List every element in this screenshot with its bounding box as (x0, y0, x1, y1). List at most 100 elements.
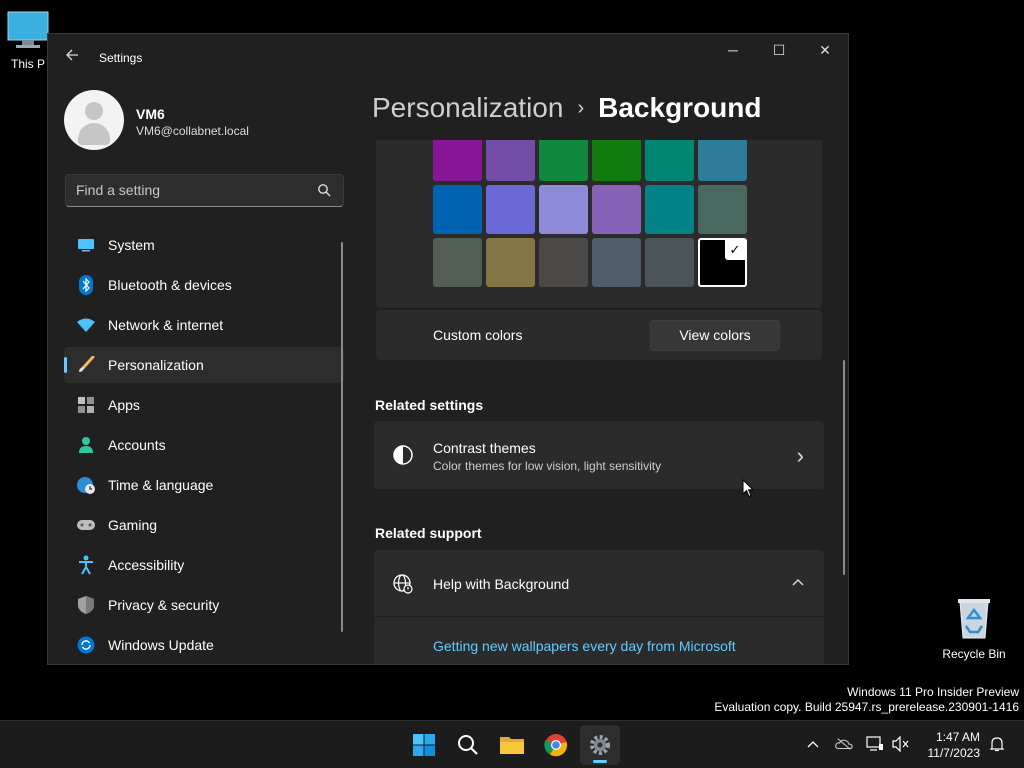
bluetooth-icon (76, 275, 96, 295)
taskbar-search-button[interactable] (448, 725, 488, 765)
contrast-themes-card[interactable]: Contrast themes Color themes for low vis… (374, 421, 824, 489)
help-expander-header[interactable]: Help with Background (374, 550, 824, 616)
accent-color-card: ✓ (376, 140, 822, 308)
search-icon[interactable] (317, 183, 331, 197)
help-with-background-card: Help with Background Getting new wallpap… (374, 550, 824, 664)
breadcrumb-separator: › (577, 97, 585, 119)
back-button[interactable] (62, 48, 82, 68)
divider (374, 616, 824, 617)
file-explorer-button[interactable] (492, 725, 532, 765)
color-swatch[interactable] (486, 238, 535, 287)
mouse-cursor-icon (742, 479, 754, 498)
color-swatch[interactable] (433, 185, 482, 234)
maximize-button[interactable]: ☐ (756, 34, 802, 66)
watermark-build: Evaluation copy. Build 25947.rs_prerelea… (714, 700, 1019, 714)
related-settings-heading: Related settings (375, 397, 484, 413)
sidebar-item-label: Time & language (108, 477, 214, 493)
minimize-button[interactable]: ─ (710, 34, 756, 66)
color-swatch[interactable] (592, 185, 641, 234)
file-explorer-icon (500, 737, 524, 754)
brush-icon (76, 355, 96, 375)
color-swatch[interactable] (539, 185, 588, 234)
sidebar-item-label: Personalization (108, 357, 204, 373)
color-swatch[interactable] (486, 185, 535, 234)
color-swatch[interactable] (433, 238, 482, 287)
globe-icon (393, 574, 413, 594)
sidebar-item-personalization[interactable]: Personalization (64, 347, 344, 383)
taskbar: 1:47 AM 11/7/2023 (0, 720, 1024, 768)
notifications-bell-icon[interactable] (988, 735, 1006, 753)
color-swatch[interactable] (539, 140, 588, 181)
system-icon (76, 235, 96, 255)
contrast-themes-subtitle: Color themes for low vision, light sensi… (433, 459, 662, 473)
help-with-background-title: Help with Background (433, 576, 570, 592)
back-arrow-icon (66, 49, 78, 61)
this-pc-desktop-icon[interactable]: This P (4, 10, 52, 71)
title-bar[interactable]: Settings ─ ☐ ✕ (48, 34, 848, 82)
recycle-bin-icon (958, 599, 990, 639)
contrast-icon (393, 445, 413, 465)
color-swatch[interactable] (645, 185, 694, 234)
recycle-bin-label: Recycle Bin (942, 647, 1006, 661)
related-support-heading: Related support (375, 525, 482, 541)
view-colors-button[interactable]: View colors (650, 320, 780, 351)
color-swatch[interactable] (539, 238, 588, 287)
color-swatch[interactable] (698, 185, 747, 234)
sidebar-item-label: Bluetooth & devices (108, 277, 232, 293)
breadcrumb-parent[interactable]: Personalization (372, 92, 563, 123)
clock-time: 1:47 AM (935, 730, 980, 744)
color-swatch[interactable]: ✓ (698, 238, 747, 287)
settings-icon (590, 735, 610, 755)
sidebar-item-label: Accessibility (108, 557, 185, 573)
user-email: VM6@collabnet.local (136, 124, 249, 138)
sidebar-item-privacy-security[interactable]: Privacy & security (64, 587, 344, 623)
custom-colors-row: Custom colors View colors (376, 310, 822, 360)
sidebar-item-time-language[interactable]: Time & language (64, 467, 344, 503)
sidebar-item-label: Accounts (108, 437, 166, 453)
os-watermark: Windows 11 Pro Insider Preview Evaluatio… (714, 685, 1019, 715)
sidebar-item-accessibility[interactable]: Accessibility (64, 547, 344, 583)
color-swatch[interactable] (645, 140, 694, 181)
search-box[interactable] (65, 174, 344, 207)
wifi-icon (76, 315, 96, 335)
sidebar-item-bluetooth[interactable]: Bluetooth & devices (64, 267, 344, 303)
chevron-up-icon (792, 579, 804, 586)
content-scrollbar[interactable] (843, 360, 845, 575)
shield-icon (76, 595, 96, 615)
gamepad-icon (76, 515, 96, 535)
sidebar-item-apps[interactable]: Apps (64, 387, 344, 423)
accessibility-icon (76, 555, 96, 575)
sidebar-item-system[interactable]: System (64, 227, 344, 263)
sidebar-item-label: Privacy & security (108, 597, 220, 613)
close-button[interactable]: ✕ (802, 34, 848, 66)
wallpapers-help-link[interactable]: Getting new wallpapers every day from Mi… (433, 638, 736, 654)
page-title: Background (598, 92, 762, 123)
apps-icon (76, 395, 96, 415)
search-input[interactable] (76, 182, 306, 198)
content-area: ✓ Custom colors View colors Related sett… (374, 140, 824, 664)
network-status-icon[interactable] (866, 735, 884, 753)
recycle-bin-desktop-icon[interactable]: Recycle Bin (938, 596, 1010, 661)
color-swatch[interactable] (592, 140, 641, 181)
custom-colors-label: Custom colors (433, 327, 523, 343)
color-swatch[interactable] (698, 140, 747, 181)
sidebar-item-windows-update[interactable]: Windows Update (64, 627, 344, 663)
taskbar-clock[interactable]: 1:47 AM 11/7/2023 (912, 729, 981, 761)
color-swatch[interactable] (645, 238, 694, 287)
volume-muted-icon[interactable] (892, 735, 910, 753)
avatar (64, 90, 124, 150)
sidebar-item-gaming[interactable]: Gaming (64, 507, 344, 543)
sidebar-scrollbar[interactable] (341, 242, 343, 632)
color-swatch[interactable] (433, 140, 482, 181)
sidebar-item-accounts[interactable]: Accounts (64, 427, 344, 463)
settings-taskbar-button[interactable] (580, 725, 620, 765)
onedrive-icon[interactable] (835, 735, 853, 753)
start-button[interactable] (404, 725, 444, 765)
tray-overflow-chevron-icon[interactable] (804, 735, 822, 753)
chrome-button[interactable] (536, 725, 576, 765)
sidebar-nav: System Bluetooth & devices Network & int… (64, 227, 344, 664)
this-pc-label: This P (10, 57, 45, 71)
color-swatch[interactable] (592, 238, 641, 287)
sidebar-item-network[interactable]: Network & internet (64, 307, 344, 343)
color-swatch[interactable] (486, 140, 535, 181)
